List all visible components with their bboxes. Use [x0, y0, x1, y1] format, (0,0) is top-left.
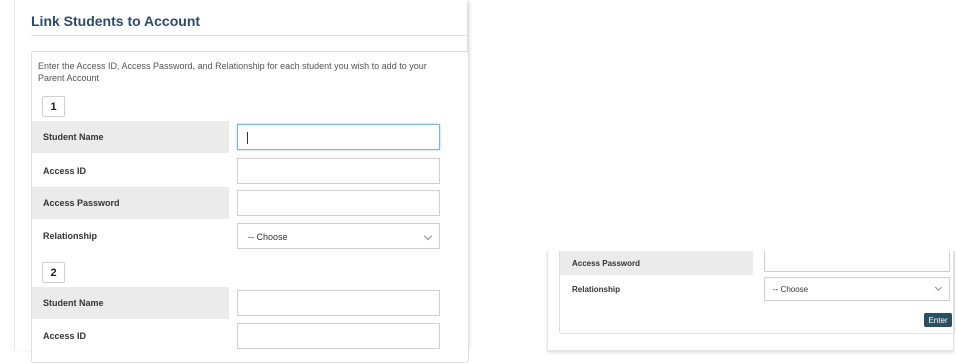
student-1-access-id-input[interactable]	[237, 158, 440, 184]
student-1-password-row: Access Password	[32, 187, 468, 219]
student-name-label: Student Name	[32, 287, 229, 319]
password-row: Access Password	[560, 251, 954, 275]
link-students-panel: Link Students to Account Enter the Acces…	[14, 0, 469, 363]
relationship-label: Relationship	[43, 231, 98, 241]
relationship-label: Relationship	[572, 284, 621, 294]
access-id-label: Access ID	[43, 331, 87, 341]
access-id-label: Access ID	[43, 166, 87, 176]
student-2-name-input[interactable]	[237, 290, 440, 316]
student-2-access-id-input[interactable]	[237, 323, 440, 349]
enter-button[interactable]: Enter	[924, 313, 952, 327]
access-password-label: Access Password	[560, 251, 753, 275]
access-password-label: Access Password	[32, 187, 229, 219]
student-2-name-row: Student Name	[32, 287, 468, 319]
title-divider	[31, 35, 469, 36]
student-1-name-input[interactable]	[237, 124, 440, 150]
relationship-selected-value: -- Choose	[248, 232, 288, 242]
student-number-1: 1	[42, 96, 65, 117]
relationship-select[interactable]: -- Choose	[764, 277, 950, 301]
student-form: Enter the Access ID, Access Password, an…	[31, 51, 469, 363]
student-1-access-id-row: Access ID	[32, 155, 468, 187]
relationship-selected-value: -- Choose	[773, 285, 809, 294]
scrolled-form-panel: Access Password Relationship -- Choose E…	[547, 251, 955, 351]
page-title: Link Students to Account	[31, 13, 201, 29]
student-1-relationship-select[interactable]: -- Choose	[237, 223, 440, 249]
student-1-name-row: Student Name	[32, 121, 468, 153]
scrolled-form-well: Access Password Relationship -- Choose E…	[559, 251, 955, 334]
student-1-password-input[interactable]	[237, 190, 440, 216]
password-input[interactable]	[764, 251, 950, 272]
chevron-down-icon	[423, 231, 433, 241]
student-1-relationship-row: Relationship -- Choose	[32, 220, 468, 252]
chevron-down-icon	[934, 283, 943, 292]
student-number-2: 2	[42, 262, 65, 283]
relationship-row: Relationship -- Choose	[560, 277, 954, 301]
student-name-label: Student Name	[32, 121, 229, 153]
student-2-access-id-row: Access ID	[32, 320, 468, 352]
text-caret	[247, 132, 248, 144]
instructions-text: Enter the Access ID, Access Password, an…	[38, 61, 427, 83]
